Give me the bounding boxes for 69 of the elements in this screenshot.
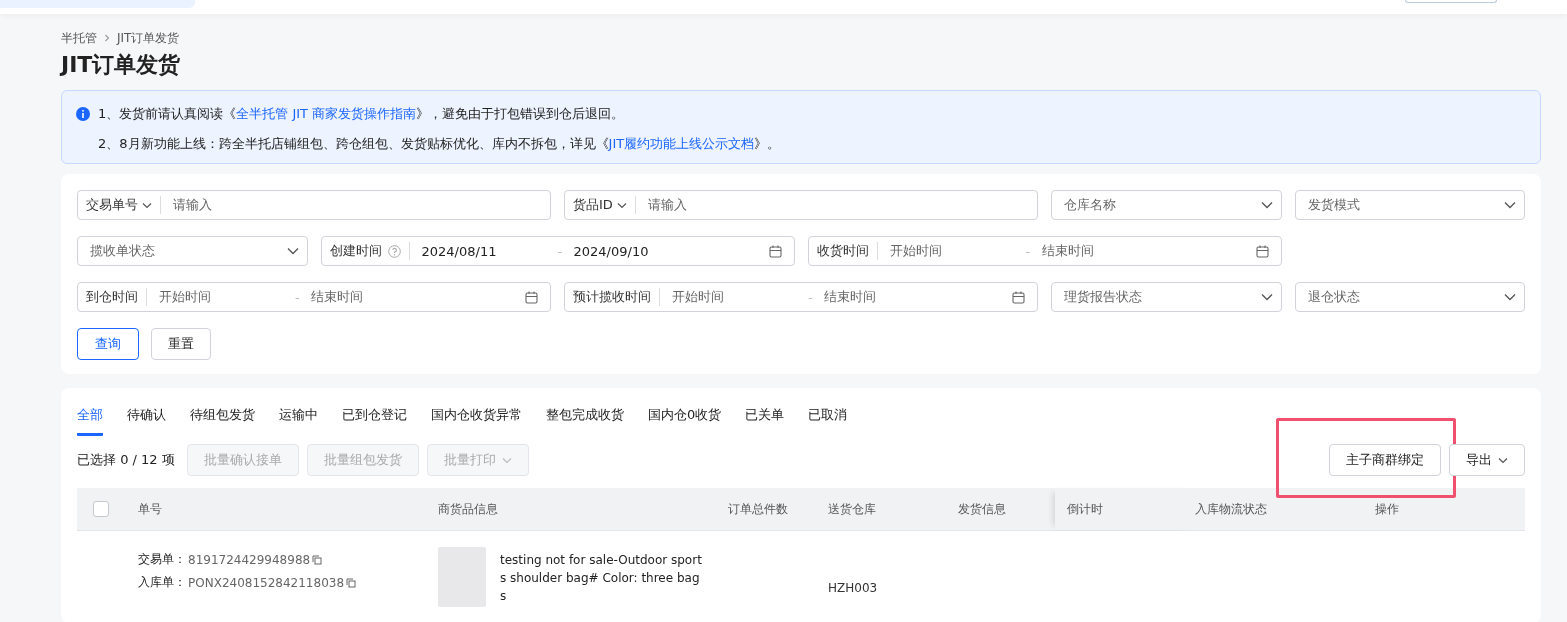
trade-label: 交易单： — [138, 551, 186, 568]
status-tab[interactable]: 国内仓收货异常 — [431, 404, 522, 436]
date-range-field[interactable]: 创建时间 2024/08/11 - 2024/09/10 — [320, 236, 795, 266]
copy-icon[interactable] — [312, 554, 323, 565]
column-header: 倒计时 — [1055, 488, 1195, 530]
select-all-checkbox[interactable] — [93, 501, 109, 517]
calendar-icon — [1012, 290, 1025, 304]
chevron-down-icon — [1504, 293, 1516, 301]
chevron-down-icon — [1260, 201, 1273, 209]
info-icon — [76, 107, 90, 121]
select-field[interactable]: 退仓状态 — [1294, 282, 1525, 312]
status-tab[interactable]: 待组包发货 — [190, 404, 255, 436]
top-button[interactable] — [1405, 0, 1497, 3]
copy-icon[interactable] — [346, 577, 357, 588]
chevron-down-icon — [616, 201, 627, 209]
product-name: testing not for sale-Outdoor sports shoulder bag# Color: three bags — [500, 552, 703, 605]
inbound-label: 入库单： — [138, 574, 186, 591]
range-separator: - — [557, 243, 564, 259]
trade-number: 8191724429948988 — [188, 552, 311, 567]
inbound-number: PONX2408152842118038 — [188, 575, 345, 590]
calendar-icon — [525, 290, 538, 304]
range-separator: - — [1025, 243, 1032, 259]
range-separator: - — [808, 289, 814, 305]
select-field[interactable]: 理货报告状态 — [1051, 282, 1282, 312]
chevron-down-icon — [501, 456, 512, 464]
search-field[interactable]: 货品ID 请输入 — [564, 190, 1038, 220]
select-field[interactable]: 揽收单状态 — [77, 236, 308, 266]
column-header: 商货品信息 — [438, 500, 499, 518]
page-title: JIT订单发货 — [61, 51, 182, 79]
warehouse-name: HZH003 — [828, 581, 879, 595]
status-tab[interactable]: 待确认 — [127, 404, 166, 436]
status-tab[interactable]: 运输中 — [279, 404, 318, 436]
bind-button[interactable]: 主子商群绑定 — [1329, 444, 1441, 476]
select-field[interactable]: 发货模式 — [1294, 190, 1525, 220]
column-header: 单号 — [138, 500, 163, 518]
guide-link[interactable]: JIT履约功能上线公示文档 — [608, 136, 755, 151]
export-button[interactable]: 导出 — [1449, 444, 1525, 476]
reset-button[interactable]: 重置 — [151, 328, 211, 360]
select-field[interactable]: 仓库名称 — [1051, 190, 1282, 220]
notice-text: 2、8月新功能上线：跨全半托店铺组包、跨仓组包、发货贴标优化、库内不拆包，详见《JIT履约功能上线公示文档》。 — [98, 135, 781, 153]
column-header: 订单总件数 — [728, 500, 789, 518]
chevron-down-icon — [1498, 456, 1508, 464]
column-header: 发货信息 — [958, 500, 1007, 518]
column-header: 送货仓库 — [828, 500, 877, 518]
date-range-field[interactable]: 收货时间 开始时间 - 结束时间 — [807, 236, 1282, 266]
chevron-down-icon — [1260, 293, 1273, 301]
status-tab[interactable]: 已到仓登记 — [342, 404, 407, 436]
chevron-down-icon — [1504, 201, 1516, 209]
chevron-down-icon — [142, 201, 152, 209]
status-tab[interactable]: 国内仓0收货 — [648, 404, 722, 436]
guide-link[interactable]: 全半托管 JIT 商家发货操作指南 — [236, 106, 417, 121]
column-header: 入库物流状态 — [1195, 500, 1268, 518]
breadcrumb-item: JIT订单发货 — [117, 29, 180, 47]
search-field[interactable]: 交易单号 请输入 — [77, 190, 551, 220]
search-button[interactable]: 查询 — [77, 328, 139, 360]
date-range-field[interactable]: 预计揽收时间 开始时间 - 结束时间 — [564, 282, 1038, 312]
status-tab[interactable]: 全部 — [77, 404, 103, 436]
column-header: 操作 — [1375, 500, 1400, 518]
range-separator: - — [295, 289, 301, 305]
status-tab[interactable]: 整包完成收货 — [546, 404, 624, 436]
status-tab[interactable]: 已取消 — [808, 404, 848, 436]
calendar-icon — [768, 244, 782, 258]
selection-count: 已选择 0 / 12 项 — [77, 451, 175, 469]
notice-text: 1、发货前请认真阅读《全半托管 JIT 商家发货操作指南》，避免由于打包错误到仓后退回。 — [98, 105, 625, 123]
date-range-field[interactable]: 到仓时间 开始时间 - 结束时间 — [77, 282, 551, 312]
chevron-down-icon — [286, 247, 299, 255]
calendar-icon — [1255, 244, 1269, 258]
breadcrumb-item[interactable]: 半托管 — [61, 29, 97, 47]
status-tab[interactable]: 已关单 — [745, 404, 785, 436]
